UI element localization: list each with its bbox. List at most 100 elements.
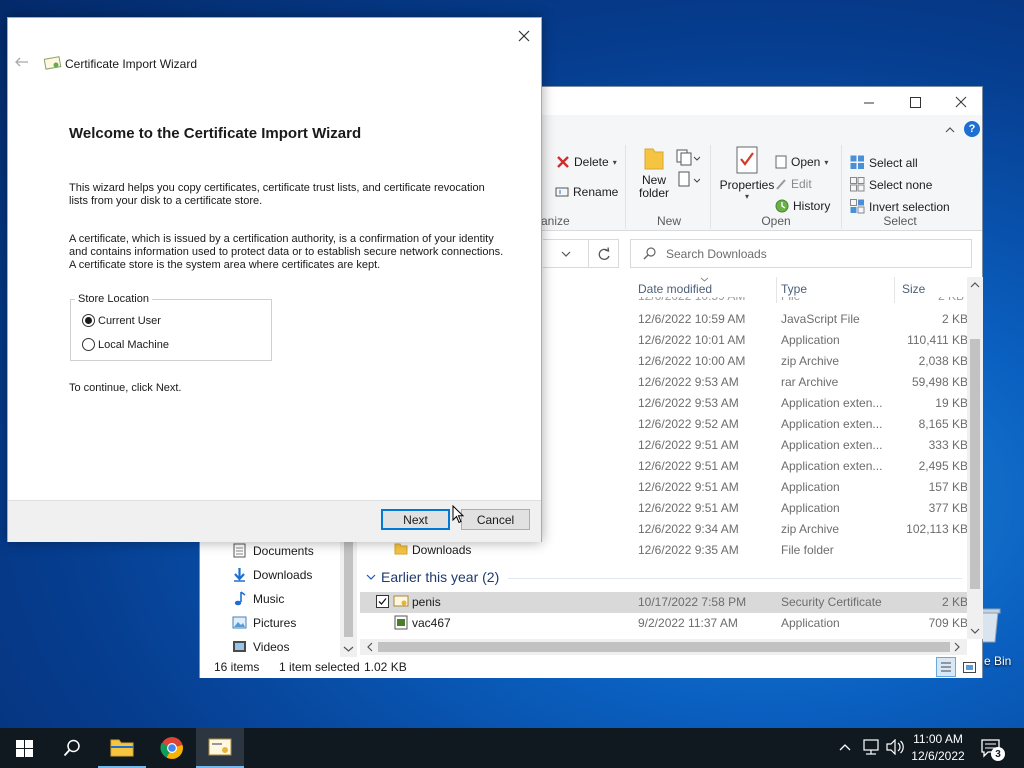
file-type: Application exten... bbox=[781, 459, 883, 473]
scroll-thumb[interactable] bbox=[970, 339, 980, 589]
file-size: 110,411 KB bbox=[907, 333, 968, 347]
file-type: Application exten... bbox=[781, 417, 883, 431]
nav-vertical-scrollbar[interactable] bbox=[340, 537, 357, 657]
nav-item-pictures[interactable]: Pictures bbox=[232, 615, 296, 630]
status-bar: 16 items 1 item selected 1.02 KB bbox=[200, 657, 982, 678]
rename-label: Rename bbox=[573, 185, 619, 199]
organize-group-label: anize bbox=[541, 214, 570, 228]
file-row-selected[interactable]: penis 10/17/2022 7:58 PM Security Certif… bbox=[360, 592, 970, 613]
collapse-ribbon-icon[interactable] bbox=[945, 123, 955, 137]
folder-row-downloads[interactable]: Downloads 12/6/2022 9:35 AM File folder bbox=[360, 540, 970, 561]
details-view-button[interactable] bbox=[936, 657, 956, 677]
content-vertical-scrollbar[interactable] bbox=[967, 277, 983, 639]
certificate-icon bbox=[393, 594, 409, 611]
select-all-button[interactable]: Select all bbox=[850, 155, 918, 170]
open-group-label: Open bbox=[761, 214, 791, 228]
windows-logo-icon bbox=[15, 739, 33, 757]
refresh-button[interactable] bbox=[589, 239, 619, 268]
videos-icon bbox=[233, 641, 246, 652]
next-button[interactable]: Next bbox=[381, 509, 450, 530]
select-none-icon bbox=[850, 177, 865, 192]
clock[interactable]: 11:00 AM 12/6/2022 bbox=[908, 731, 968, 765]
new-folder-button[interactable]: New folder bbox=[638, 145, 670, 200]
select-none-label: Select none bbox=[869, 177, 933, 192]
nav-item-downloads[interactable]: Downloads bbox=[232, 567, 312, 582]
large-icons-view-button[interactable] bbox=[959, 657, 979, 677]
close-icon bbox=[518, 30, 530, 42]
radio-current-user[interactable]: Current User bbox=[82, 314, 161, 327]
content-horizontal-scrollbar[interactable] bbox=[360, 639, 967, 655]
new-folder-label-2: folder bbox=[638, 186, 670, 200]
nav-item-music[interactable]: Music bbox=[232, 591, 284, 606]
back-button[interactable] bbox=[14, 56, 32, 72]
maximize-button[interactable] bbox=[892, 87, 938, 117]
certificate-import-wizard-dialog: Certificate Import Wizard Welcome to the… bbox=[7, 17, 542, 542]
mouse-cursor-icon bbox=[452, 504, 466, 528]
nav-item-documents[interactable]: Documents bbox=[232, 543, 314, 558]
file-row[interactable]: vac467 9/2/2022 11:37 AM Application 709… bbox=[360, 613, 970, 634]
show-hidden-icons-button[interactable] bbox=[839, 740, 851, 754]
nav-scroll-thumb[interactable] bbox=[344, 541, 353, 637]
cancel-button[interactable]: Cancel bbox=[461, 509, 530, 530]
volume-icon[interactable] bbox=[886, 738, 904, 758]
back-arrow-icon bbox=[15, 57, 28, 67]
wizard-heading: Welcome to the Certificate Import Wizard bbox=[69, 125, 362, 142]
clock-date: 12/6/2022 bbox=[911, 749, 965, 763]
radio-button[interactable] bbox=[82, 338, 95, 351]
certificate-wizard-taskbar-button[interactable] bbox=[196, 728, 244, 768]
organize-group: Delete ▾ Rename anize bbox=[541, 141, 618, 231]
select-none-button[interactable]: Select none bbox=[850, 177, 932, 192]
open-group: Properties ▾ Open ▾ Edit History Open bbox=[713, 141, 839, 231]
file-date: 12/6/2022 9:51 AM bbox=[638, 480, 739, 494]
delete-button[interactable]: Delete ▾ bbox=[556, 155, 617, 169]
easy-access-icon[interactable] bbox=[676, 171, 701, 192]
edit-button[interactable]: Edit bbox=[775, 177, 812, 191]
file-size: 19 KB bbox=[935, 396, 968, 410]
select-group: Select all Select none Invert selection … bbox=[844, 141, 956, 231]
chevron-down-icon bbox=[366, 574, 376, 580]
start-button[interactable] bbox=[0, 728, 48, 768]
radio-button[interactable] bbox=[82, 314, 95, 327]
chevron-up-icon bbox=[839, 744, 851, 751]
search-icon bbox=[63, 739, 80, 757]
folder-icon bbox=[644, 148, 664, 170]
file-type: Application bbox=[781, 501, 840, 515]
wizard-close-button[interactable] bbox=[512, 26, 536, 46]
action-center-button[interactable]: 3 bbox=[980, 738, 1005, 761]
minimize-button[interactable] bbox=[846, 87, 892, 117]
radio-local-machine[interactable]: Local Machine bbox=[82, 338, 169, 351]
certificate-icon bbox=[43, 55, 62, 74]
group-header-earlier-this-year[interactable]: Earlier this year (2) bbox=[362, 567, 966, 587]
history-label: History bbox=[793, 199, 831, 213]
new-item-icon[interactable] bbox=[676, 149, 701, 170]
history-button[interactable]: History bbox=[775, 199, 830, 213]
file-type: zip Archive bbox=[781, 522, 840, 536]
network-icon[interactable] bbox=[862, 739, 880, 758]
row-checkbox[interactable] bbox=[376, 595, 389, 608]
nav-label: Music bbox=[253, 591, 285, 606]
new-group-label: New bbox=[656, 214, 681, 228]
file-date: 9/2/2022 11:37 AM bbox=[638, 616, 738, 630]
large-icons-view-icon bbox=[962, 661, 976, 673]
open-button[interactable]: Open ▾ bbox=[775, 155, 828, 169]
rename-icon bbox=[555, 187, 569, 197]
help-icon[interactable]: ? bbox=[964, 121, 980, 137]
address-dropdown-button[interactable] bbox=[543, 239, 589, 268]
rename-button[interactable]: Rename bbox=[555, 185, 618, 199]
file-name: penis bbox=[412, 595, 441, 609]
radio-label: Current User bbox=[98, 314, 161, 327]
delete-label: Delete bbox=[574, 155, 609, 169]
chrome-taskbar-button[interactable] bbox=[148, 728, 196, 768]
taskbar: 11:00 AM 12/6/2022 3 bbox=[0, 728, 1024, 768]
close-button[interactable] bbox=[938, 87, 984, 117]
search-button[interactable] bbox=[48, 728, 96, 768]
invert-selection-button[interactable]: Invert selection bbox=[850, 199, 950, 214]
file-type: Application bbox=[781, 480, 840, 494]
scroll-down-icon bbox=[343, 646, 354, 652]
search-input[interactable]: Search Downloads bbox=[630, 239, 972, 268]
nav-item-videos[interactable]: Videos bbox=[232, 639, 289, 654]
h-scroll-thumb[interactable] bbox=[378, 642, 950, 652]
file-explorer-taskbar-button[interactable] bbox=[98, 728, 146, 768]
details-view-icon bbox=[941, 662, 951, 672]
properties-button[interactable]: Properties ▾ bbox=[717, 145, 777, 202]
